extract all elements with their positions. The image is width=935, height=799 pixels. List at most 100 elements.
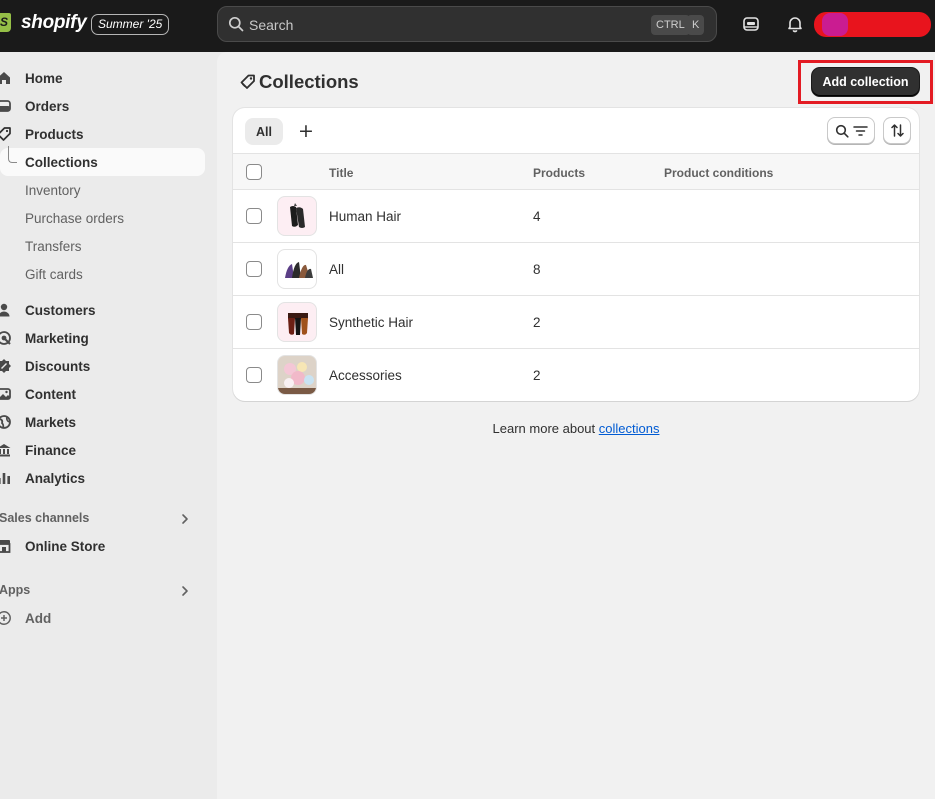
shopify-bag-icon[interactable] (0, 13, 11, 32)
learn-more-prefix: Learn more about (492, 421, 599, 436)
collection-product-count: 8 (533, 262, 541, 277)
person-icon (0, 303, 10, 317)
collections-card: All + Title Products Product conditions … (233, 108, 919, 401)
learn-more-collections-link[interactable]: collections (599, 421, 660, 436)
page-title: Collections (259, 71, 359, 92)
globe-icon (0, 415, 11, 429)
sidebar-item-discounts[interactable]: Discounts (0, 352, 200, 380)
column-header-title[interactable]: Title (329, 166, 353, 180)
orders-icon (0, 100, 11, 112)
tag-icon (0, 127, 11, 141)
sidebar-item-gift-cards[interactable]: Gift cards (0, 260, 205, 288)
plus-circle-icon (0, 611, 11, 625)
add-collection-button[interactable]: Add collection (812, 68, 919, 96)
avatar (822, 13, 848, 36)
sidebar-item-inventory[interactable]: Inventory (0, 176, 205, 204)
collection-title[interactable]: Synthetic Hair (329, 315, 413, 330)
tree-connector (8, 146, 17, 163)
search-icon (835, 124, 849, 138)
account-menu-button[interactable] (814, 12, 931, 37)
chevron-right-icon[interactable] (178, 512, 192, 526)
sidebar-item-analytics[interactable]: Analytics (0, 464, 200, 492)
table-row[interactable]: Accessories 2 (233, 349, 919, 401)
sidebar-item-label: Markets (25, 415, 77, 430)
sort-button[interactable] (883, 117, 911, 144)
brand-logo-text[interactable]: shopify (21, 12, 87, 34)
sidebar-item-markets[interactable]: Markets (0, 408, 200, 436)
collection-thumbnail (277, 249, 317, 289)
home-icon (0, 72, 10, 84)
row-checkbox[interactable] (246, 208, 262, 224)
sidebar-item-finance[interactable]: Finance (0, 436, 200, 464)
chevron-right-icon[interactable] (178, 584, 192, 598)
bar-chart-icon (0, 473, 10, 484)
notification-bell-icon[interactable] (785, 14, 805, 34)
sidebar-item-label: Products (25, 127, 84, 142)
hair-bundle-image (290, 203, 305, 228)
table-header: Title Products Product conditions (233, 153, 919, 190)
bank-icon (0, 444, 11, 457)
synthetic-hair-image (288, 313, 308, 335)
main-content: Collections Add collection All + Title P… (217, 52, 935, 799)
edition-badge[interactable]: Summer '25 (91, 14, 170, 35)
search-bar[interactable]: CTRL K (217, 6, 717, 42)
search-input[interactable] (249, 17, 629, 33)
top-bar: shopify Summer '25 CTRL K (0, 0, 935, 52)
sidebar-item-products[interactable]: Products (0, 120, 200, 148)
sort-arrows-icon (891, 124, 904, 137)
table-row[interactable]: Synthetic Hair 2 (233, 296, 919, 349)
sidebar-item-purchase-orders[interactable]: Purchase orders (0, 204, 205, 232)
sidebar-item-label: Purchase orders (25, 211, 125, 226)
collection-title[interactable]: Accessories (329, 368, 402, 383)
sidebar-item-label: Collections (25, 155, 98, 170)
row-checkbox[interactable] (246, 367, 262, 383)
sidebar-item-marketing[interactable]: Marketing (0, 324, 200, 352)
select-all-checkbox[interactable] (246, 164, 262, 180)
sidebar-item-customers[interactable]: Customers (0, 296, 200, 324)
sidebar-nav: Home Orders Products Collections Invento… (0, 52, 217, 799)
collection-thumbnail (277, 196, 317, 236)
discount-icon (0, 359, 11, 373)
column-header-products[interactable]: Products (533, 166, 585, 180)
sidebar-item-label: Finance (25, 443, 77, 458)
sidebar-item-label: Orders (25, 99, 70, 114)
sidebar-item-home[interactable]: Home (0, 64, 200, 92)
mixed-hair-image (285, 262, 313, 278)
sidebar-item-label: Analytics (25, 471, 86, 486)
accessories-image (278, 356, 316, 394)
collection-product-count: 2 (533, 368, 541, 383)
section-heading: Apps (0, 583, 31, 597)
store-switcher-icon[interactable] (741, 14, 761, 34)
sidebar-item-label: Transfers (25, 239, 82, 254)
table-row[interactable]: Human Hair 4 (233, 190, 919, 243)
shortcut-k-key: K (687, 15, 705, 35)
sidebar-item-label: Add (25, 611, 52, 626)
tab-all[interactable]: All (245, 118, 283, 145)
sidebar-item-label: Discounts (25, 359, 91, 374)
shortcut-ctrl-key: CTRL (651, 15, 690, 35)
sidebar-item-label: Inventory (25, 183, 81, 198)
sales-channels-section[interactable]: Sales channels (0, 506, 200, 530)
image-icon (0, 388, 11, 400)
sidebar-item-transfers[interactable]: Transfers (0, 232, 205, 260)
apps-section[interactable]: Apps (0, 578, 200, 602)
collection-tag-icon (240, 74, 255, 89)
target-icon (0, 331, 11, 345)
sidebar-item-label: Gift cards (25, 267, 83, 282)
sidebar-item-collections[interactable]: Collections (0, 146, 205, 176)
sidebar-item-orders[interactable]: Orders (0, 92, 200, 120)
search-and-filter-button[interactable] (827, 117, 875, 144)
add-view-button[interactable]: + (295, 120, 317, 142)
sidebar-item-content[interactable]: Content (0, 380, 200, 408)
collection-product-count: 4 (533, 209, 541, 224)
column-header-product-conditions: Product conditions (664, 166, 774, 180)
collection-product-count: 2 (533, 315, 541, 330)
table-row[interactable]: All 8 (233, 243, 919, 296)
sidebar-item-online-store[interactable]: Online Store (0, 532, 200, 560)
collection-title[interactable]: Human Hair (329, 209, 401, 224)
row-checkbox[interactable] (246, 261, 262, 277)
learn-more-text: Learn more about collections (217, 421, 935, 436)
row-checkbox[interactable] (246, 314, 262, 330)
collection-title[interactable]: All (329, 262, 344, 277)
sidebar-item-add-app[interactable]: Add (0, 604, 200, 632)
